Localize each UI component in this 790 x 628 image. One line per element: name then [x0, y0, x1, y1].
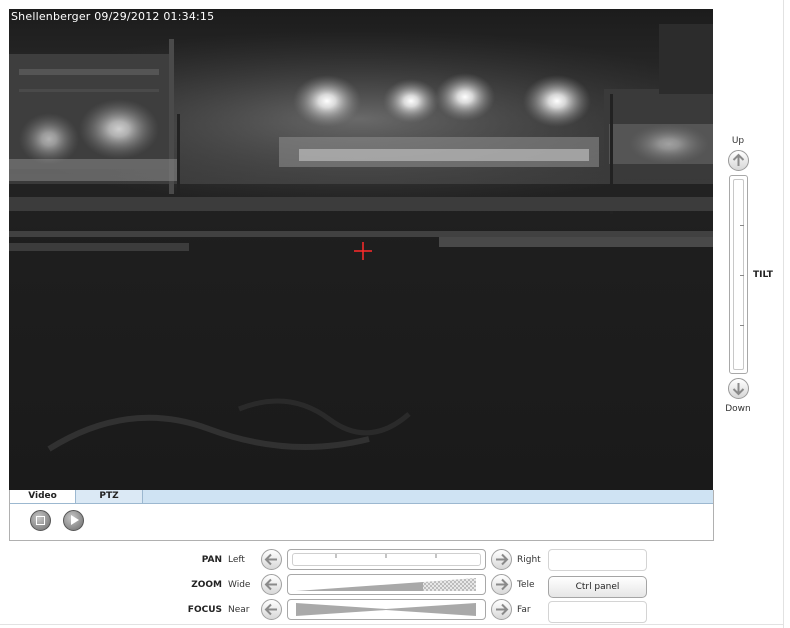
stop-button[interactable]	[30, 510, 51, 531]
page-divider	[783, 0, 784, 628]
pan-ticks	[335, 554, 437, 558]
pan-left-button[interactable]	[261, 549, 282, 570]
tilt-label: TILT	[753, 270, 773, 280]
camera-overlay-title: Shellenberger 09/29/2012 01:34:15	[11, 10, 215, 23]
arrow-left-icon	[264, 553, 277, 566]
arrow-left-icon	[264, 578, 277, 591]
arrow-up-icon	[732, 153, 745, 166]
arrow-right-icon	[496, 578, 509, 591]
camera-video-feed[interactable]: Shellenberger 09/29/2012 01:34:15	[9, 9, 713, 490]
tilt-up-button[interactable]	[728, 150, 749, 171]
arrow-right-icon	[496, 603, 509, 616]
tilt-tick	[740, 325, 744, 326]
zoom-wide-button[interactable]	[261, 574, 282, 595]
tab-ptz[interactable]: PTZ	[76, 490, 143, 503]
pan-slider[interactable]	[287, 549, 486, 570]
pan-status-box	[548, 549, 647, 571]
pan-right-button[interactable]	[491, 549, 512, 570]
arrow-right-icon	[496, 553, 509, 566]
arrow-left-icon	[264, 603, 277, 616]
page-divider	[0, 624, 784, 625]
pan-label: PAN	[201, 555, 222, 565]
focus-near-label: Near	[228, 605, 250, 615]
pan-right-label: Right	[517, 555, 541, 565]
focus-status-box	[548, 601, 647, 623]
ctrl-panel-button[interactable]: Ctrl panel	[548, 576, 647, 598]
zoom-label: ZOOM	[191, 580, 222, 590]
zoom-tele-button[interactable]	[491, 574, 512, 595]
focus-label: FOCUS	[187, 605, 222, 615]
focus-bowtie	[296, 603, 476, 616]
zoom-slider[interactable]	[287, 574, 486, 595]
focus-near-button[interactable]	[261, 599, 282, 620]
tilt-up-label: Up	[731, 136, 745, 146]
stop-icon	[36, 516, 45, 525]
tilt-down-label: Down	[725, 404, 751, 414]
player-panel: Video PTZ	[9, 490, 714, 541]
focus-far-label: Far	[517, 605, 531, 615]
tilt-down-button[interactable]	[728, 378, 749, 399]
crosshair-icon	[354, 242, 372, 260]
focus-far-button[interactable]	[491, 599, 512, 620]
tab-video[interactable]: Video	[10, 490, 76, 503]
tilt-tick	[740, 225, 744, 226]
zoom-ramp	[296, 578, 476, 591]
tab-strip: Video PTZ	[10, 490, 713, 504]
play-button[interactable]	[63, 510, 84, 531]
pan-left-label: Left	[228, 555, 245, 565]
zoom-tele-label: Tele	[517, 580, 535, 590]
zoom-wide-label: Wide	[228, 580, 251, 590]
play-icon	[71, 515, 79, 525]
focus-slider[interactable]	[287, 599, 486, 620]
arrow-down-icon	[732, 383, 745, 396]
tilt-tick	[740, 275, 744, 276]
tilt-slider[interactable]	[729, 175, 748, 374]
